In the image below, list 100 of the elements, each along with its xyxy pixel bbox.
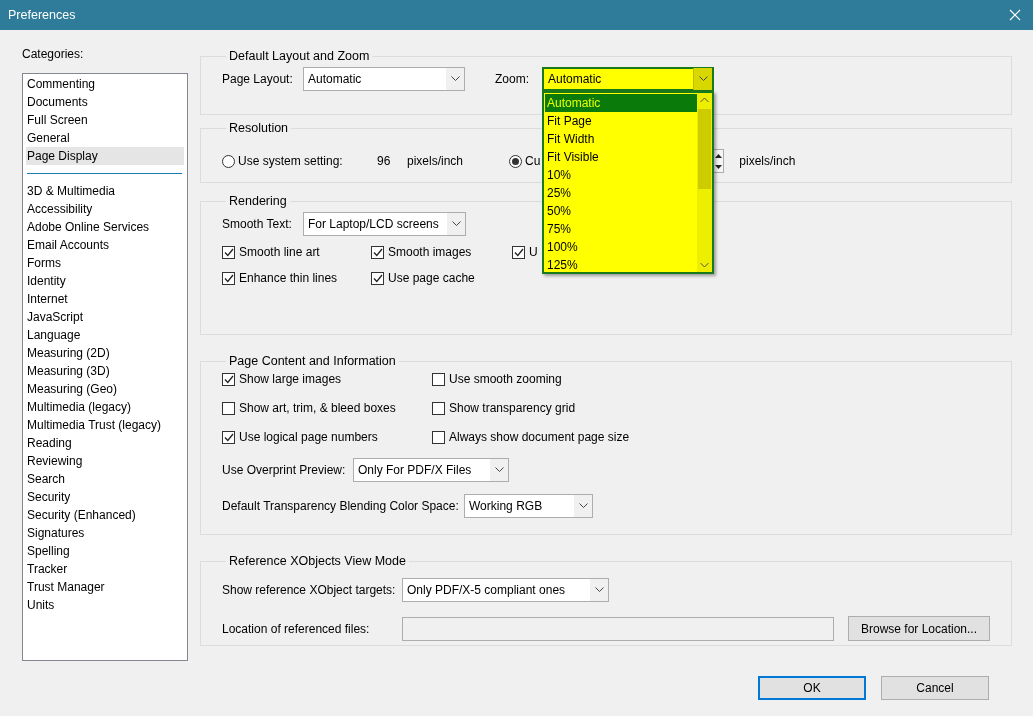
- category-item[interactable]: Documents: [26, 93, 184, 111]
- browse-button[interactable]: Browse for Location...: [848, 616, 990, 641]
- category-item[interactable]: General: [26, 129, 184, 147]
- overprint-dropdown[interactable]: Only For PDF/X Files: [353, 458, 509, 482]
- categories-label: Categories:: [22, 47, 84, 61]
- unit-label: pixels/inch: [739, 154, 796, 168]
- spin-down-icon[interactable]: [714, 164, 722, 169]
- page-layout-dropdown[interactable]: Automatic: [303, 67, 465, 91]
- category-item[interactable]: Page Display: [26, 147, 184, 165]
- targets-dropdown[interactable]: Only PDF/X-5 compliant ones: [402, 578, 609, 602]
- zoom-option[interactable]: 25%: [545, 184, 697, 202]
- location-field[interactable]: [402, 616, 834, 641]
- category-item[interactable]: Tracker: [26, 560, 184, 578]
- checkbox[interactable]: [432, 430, 445, 444]
- ok-button[interactable]: OK: [758, 676, 866, 700]
- checkbox-label: Always show document page size: [449, 430, 630, 444]
- checkbox[interactable]: [222, 271, 235, 285]
- window-title: Preferences: [8, 8, 76, 22]
- category-item[interactable]: Accessibility: [26, 200, 184, 218]
- zoom-option[interactable]: 10%: [545, 166, 697, 184]
- category-item[interactable]: Multimedia Trust (legacy): [26, 416, 184, 434]
- category-item[interactable]: Security (Enhanced): [26, 506, 184, 524]
- chevron-down-icon: [451, 221, 461, 227]
- checkbox[interactable]: [222, 401, 235, 415]
- chevron-down-icon: [578, 503, 588, 509]
- zoom-option[interactable]: Automatic: [545, 94, 697, 112]
- group-title: Default Layout and Zoom: [228, 49, 371, 63]
- category-item[interactable]: Forms: [26, 254, 184, 272]
- category-item[interactable]: Reviewing: [26, 452, 184, 470]
- category-item[interactable]: Measuring (3D): [26, 362, 184, 380]
- zoom-option[interactable]: 50%: [545, 202, 697, 220]
- zoom-option[interactable]: 125%: [545, 256, 697, 274]
- checkbox-label: Show large images: [239, 372, 342, 386]
- group-title: Page Content and Information: [228, 354, 397, 368]
- zoom-option[interactable]: 100%: [545, 238, 697, 256]
- radio-button[interactable]: [509, 154, 522, 168]
- category-item[interactable]: JavaScript: [26, 308, 184, 326]
- checkbox-label: Use page cache: [388, 271, 475, 285]
- dpi-value: 96: [377, 154, 392, 168]
- checkbox-label: Smooth images: [388, 245, 472, 259]
- zoom-option[interactable]: Fit Visible: [545, 148, 697, 166]
- close-icon[interactable]: [1009, 9, 1021, 21]
- checkbox[interactable]: [432, 372, 445, 386]
- zoom-option[interactable]: 75%: [545, 220, 697, 238]
- checkbox-label: Enhance thin lines: [239, 271, 338, 285]
- radio-button[interactable]: [222, 154, 235, 168]
- category-item[interactable]: Spelling: [26, 542, 184, 560]
- zoom-option[interactable]: Fit Width: [545, 130, 697, 148]
- checkbox[interactable]: [432, 401, 445, 415]
- checkbox[interactable]: [371, 271, 384, 285]
- category-item[interactable]: Internet: [26, 290, 184, 308]
- category-item[interactable]: Security: [26, 488, 184, 506]
- category-item[interactable]: Measuring (2D): [26, 344, 184, 362]
- group-title: Reference XObjects View Mode: [228, 554, 407, 568]
- category-item[interactable]: Language: [26, 326, 184, 344]
- smooth-text-label: Smooth Text:: [222, 217, 293, 231]
- chevron-down-icon: [698, 76, 708, 82]
- chevron-down-icon: [494, 467, 504, 473]
- checkbox-label: Use logical page numbers: [239, 430, 378, 444]
- checkbox[interactable]: [222, 245, 235, 259]
- category-item[interactable]: Reading: [26, 434, 184, 452]
- category-item[interactable]: Full Screen: [26, 111, 184, 129]
- group-title: Resolution: [228, 121, 290, 135]
- smooth-text-dropdown[interactable]: For Laptop/LCD screens: [303, 212, 466, 236]
- category-item[interactable]: Adobe Online Services: [26, 218, 184, 236]
- zoom-label: Zoom:: [495, 72, 530, 86]
- checkbox-label: Show art, trim, & bleed boxes: [239, 401, 396, 415]
- radio-label: Use system setting:: [238, 154, 344, 168]
- category-item[interactable]: 3D & Multimedia: [26, 182, 184, 200]
- checkbox-label: U: [529, 245, 538, 259]
- checkbox-label: Smooth line art: [239, 245, 320, 259]
- category-item[interactable]: Trust Manager: [26, 578, 184, 596]
- category-item[interactable]: Search: [26, 470, 184, 488]
- checkbox[interactable]: [222, 430, 235, 444]
- radio-label: Cu: [525, 154, 541, 168]
- category-item[interactable]: Multimedia (legacy): [26, 398, 184, 416]
- chevron-down-icon: [450, 76, 460, 82]
- cancel-button[interactable]: Cancel: [881, 676, 989, 700]
- overprint-label: Use Overprint Preview:: [222, 463, 347, 477]
- category-item[interactable]: Commenting: [26, 75, 184, 93]
- targets-label: Show reference XObject targets:: [222, 583, 397, 597]
- checkbox[interactable]: [512, 245, 525, 259]
- category-item[interactable]: Units: [26, 596, 184, 614]
- checkbox[interactable]: [371, 245, 384, 259]
- zoom-dropdown[interactable]: Automatic: [542, 67, 714, 91]
- blending-dropdown[interactable]: Working RGB: [464, 494, 593, 518]
- chevron-down-icon: [594, 587, 604, 593]
- location-label: Location of referenced files:: [222, 621, 371, 636]
- page-layout-label: Page Layout:: [222, 72, 294, 86]
- blending-label: Default Transparency Blending Color Space:: [222, 499, 460, 513]
- checkbox-label: Use smooth zooming: [449, 372, 562, 386]
- spin-up-icon[interactable]: [714, 153, 722, 158]
- category-item[interactable]: Identity: [26, 272, 184, 290]
- category-item[interactable]: Email Accounts: [26, 236, 184, 254]
- unit-label: pixels/inch: [407, 154, 465, 168]
- checkbox-label: Show transparency grid: [449, 401, 576, 415]
- category-item[interactable]: Measuring (Geo): [26, 380, 184, 398]
- category-item[interactable]: Signatures: [26, 524, 184, 542]
- checkbox[interactable]: [222, 372, 235, 386]
- zoom-option[interactable]: Fit Page: [545, 112, 697, 130]
